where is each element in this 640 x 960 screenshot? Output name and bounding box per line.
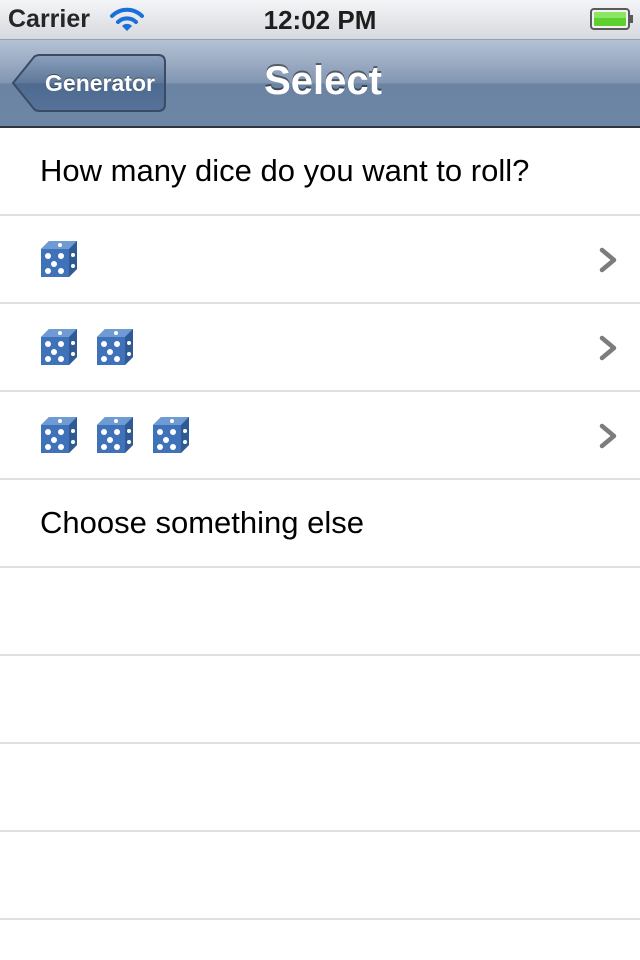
die-icon (153, 417, 189, 453)
chevron-right-icon (599, 335, 617, 361)
empty-row (0, 920, 640, 960)
prompt-row: How many dice do you want to roll? (0, 128, 640, 216)
dice-table: How many dice do you want to roll? Choos… (0, 128, 640, 960)
screen: Carrier 12:02 PM Generator Select How ma… (0, 0, 640, 960)
navigation-bar: Generator Select (0, 40, 640, 128)
empty-row (0, 744, 640, 832)
empty-row (0, 656, 640, 744)
option-row-two-dice[interactable] (0, 304, 640, 392)
die-icon (41, 329, 77, 365)
page-title: Select (264, 59, 382, 103)
clock: 12:02 PM (263, 5, 377, 35)
choose-something-else-label: Choose something else (40, 505, 364, 540)
empty-row (0, 832, 640, 920)
die-icon (41, 417, 77, 453)
status-bar: Carrier 12:02 PM (0, 0, 640, 40)
chevron-right-icon (599, 423, 617, 449)
option-row-three-dice[interactable] (0, 392, 640, 480)
die-icon (41, 241, 77, 277)
choose-something-else-row[interactable]: Choose something else (0, 480, 640, 568)
battery-icon (590, 8, 633, 30)
die-icon (97, 417, 133, 453)
empty-row (0, 568, 640, 656)
option-row-one-die[interactable] (0, 216, 640, 304)
chevron-right-icon (599, 247, 617, 273)
die-icon (97, 329, 133, 365)
prompt-label: How many dice do you want to roll? (40, 153, 530, 188)
